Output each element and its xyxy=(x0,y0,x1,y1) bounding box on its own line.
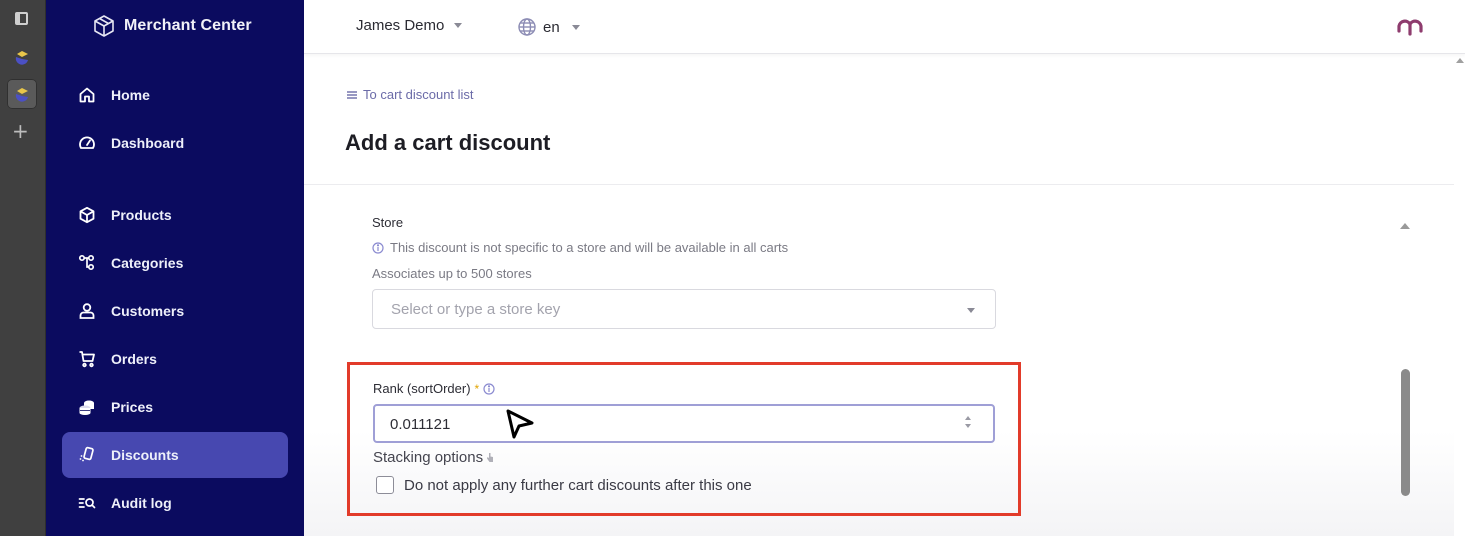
cube-icon xyxy=(77,205,97,225)
rank-label-text: Rank (sortOrder) xyxy=(373,381,471,396)
project-switcher[interactable]: James Demo xyxy=(356,17,463,34)
language-switcher[interactable]: en xyxy=(517,17,580,37)
list-icon xyxy=(347,90,357,99)
mouse-cursor-icon xyxy=(506,409,534,439)
page-scroll-up-arrow[interactable] xyxy=(1456,58,1464,63)
language-code: en xyxy=(543,18,560,36)
coins-icon xyxy=(77,397,97,417)
sidebar-item-label: Orders xyxy=(111,351,157,367)
sidebar-item-dashboard[interactable]: Dashboard xyxy=(62,120,288,166)
discount-icon xyxy=(77,445,97,465)
chevron-down-icon xyxy=(967,308,975,313)
rank-label: Rank (sortOrder) * xyxy=(373,381,495,396)
sidebar-item-label: Categories xyxy=(111,255,184,271)
stacking-checkbox[interactable] xyxy=(376,476,394,494)
sidebar-item-customers[interactable]: Customers xyxy=(62,288,288,334)
user-avatar-icon[interactable] xyxy=(1395,14,1425,38)
sidebar-item-orders[interactable]: Orders xyxy=(62,336,288,382)
logo-icon xyxy=(94,15,114,37)
sidebar-item-label: Discounts xyxy=(111,447,179,463)
sidebar-item-label: Prices xyxy=(111,399,154,415)
audit-log-icon xyxy=(77,493,97,513)
sidebar-item-audit-log[interactable]: Audit log xyxy=(62,480,288,526)
sidebar-item-prices[interactable]: Prices xyxy=(62,384,288,430)
app-icon[interactable] xyxy=(7,42,37,72)
store-select-placeholder: Select or type a store key xyxy=(391,301,561,318)
sidebar: Merchant Center Home Dashboard Products … xyxy=(46,0,304,536)
brand-name: Merchant Center xyxy=(124,17,252,34)
categories-icon xyxy=(77,253,97,273)
store-hint: Associates up to 500 stores xyxy=(372,266,532,281)
sidebar-item-label: Customers xyxy=(111,303,185,319)
increment-icon[interactable] xyxy=(965,416,971,420)
plus-icon[interactable]: + xyxy=(12,121,29,141)
page-title: Add a cart discount xyxy=(345,130,551,155)
rank-input[interactable]: 0.011121 xyxy=(373,404,995,443)
stacking-checkbox-label: Do not apply any further cart discounts … xyxy=(404,476,752,494)
stacking-checkbox-row[interactable]: Do not apply any further cart discounts … xyxy=(376,476,752,494)
home-icon xyxy=(77,85,97,105)
sidebar-item-label: Dashboard xyxy=(111,135,185,151)
scroll-up-arrow[interactable] xyxy=(1400,223,1410,229)
sidebar-item-products[interactable]: Products xyxy=(62,192,288,238)
chevron-down-icon xyxy=(454,23,463,28)
store-label: Store xyxy=(372,215,404,230)
dashboard-icon xyxy=(77,133,97,153)
store-info: This discount is not specific to a store… xyxy=(372,240,788,255)
store-info-text: This discount is not specific to a store… xyxy=(390,240,789,255)
chevron-down-icon xyxy=(571,24,580,30)
sidebar-item-label: Products xyxy=(111,207,172,223)
back-link-label: To cart discount list xyxy=(363,87,474,102)
sidebar-item-label: Audit log xyxy=(111,495,172,511)
globe-icon xyxy=(518,18,536,36)
stacking-options-label: Stacking options xyxy=(373,449,494,466)
cart-icon xyxy=(77,349,97,369)
decrement-icon[interactable] xyxy=(965,424,971,428)
sidebar-item-discounts[interactable]: Discounts xyxy=(62,432,288,478)
rank-value: 0.011121 xyxy=(390,416,451,433)
info-icon[interactable] xyxy=(483,382,495,395)
window-icon[interactable] xyxy=(15,12,28,25)
required-marker: * xyxy=(474,381,480,396)
stacking-label-text: Stacking options xyxy=(373,449,484,466)
top-bar: James Demo en xyxy=(304,0,1465,54)
hand-pointer-icon xyxy=(487,453,494,462)
project-name: James Demo xyxy=(356,17,445,34)
sidebar-item-home[interactable]: Home xyxy=(62,72,288,118)
app-dock: + xyxy=(0,0,46,536)
back-to-list-link[interactable]: To cart discount list xyxy=(346,87,474,102)
sidebar-item-label: Home xyxy=(111,87,150,103)
user-icon xyxy=(77,301,97,321)
info-icon xyxy=(372,241,384,254)
brand[interactable]: Merchant Center xyxy=(92,14,252,38)
store-select[interactable]: Select or type a store key xyxy=(372,289,996,329)
app-icon-active[interactable] xyxy=(7,79,37,109)
sidebar-item-categories[interactable]: Categories xyxy=(62,240,288,286)
scrollbar-thumb[interactable] xyxy=(1401,369,1410,496)
number-stepper[interactable] xyxy=(965,416,973,432)
